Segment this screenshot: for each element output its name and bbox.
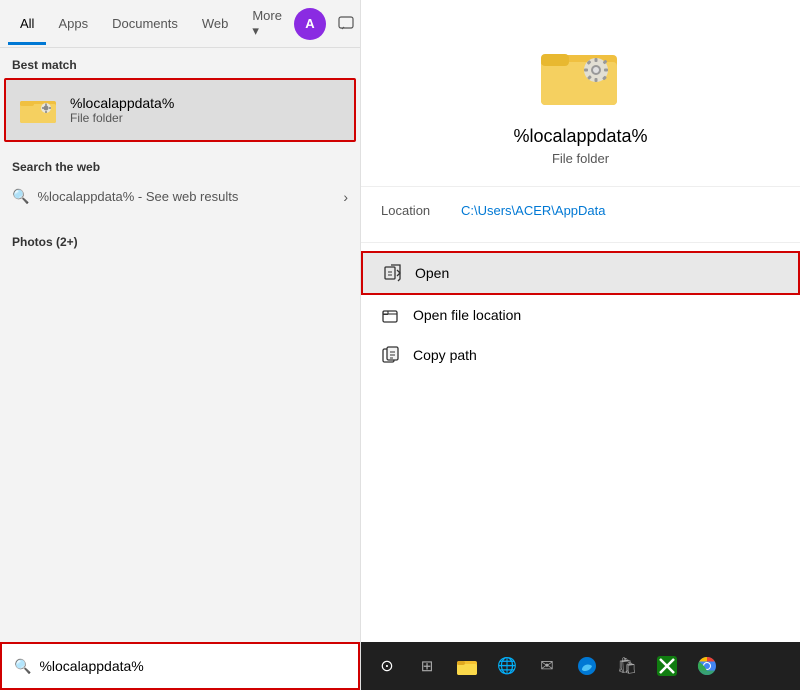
taskbar-edge[interactable] (569, 648, 605, 684)
folder-icon (18, 90, 58, 130)
taskbar-chrome[interactable] (689, 648, 725, 684)
photos-section: Photos (2+) (0, 217, 360, 259)
web-search-item[interactable]: 🔍 %localappdata% - See web results › (12, 180, 348, 213)
open-action[interactable]: Open (361, 251, 800, 295)
search-input[interactable] (39, 658, 346, 674)
location-row: Location C:\Users\ACER\AppData (381, 203, 780, 218)
taskbar-search[interactable]: ⊙ (369, 648, 405, 684)
open-file-location-label: Open file location (413, 307, 521, 323)
copy-path-icon (381, 345, 401, 365)
open-file-location-action[interactable]: Open file location (361, 295, 800, 335)
detail-title: %localappdata% (513, 126, 647, 147)
open-icon (383, 263, 403, 283)
taskbar: ⊙ ⊞ 🌐 ✉ 🛍 (361, 642, 800, 690)
detail-panel: %localappdata% File folder Location C:\U… (360, 0, 800, 690)
tab-all[interactable]: All (8, 2, 46, 45)
chat-icon-button[interactable] (330, 8, 362, 40)
tab-apps[interactable]: Apps (46, 2, 100, 45)
chevron-right-icon: › (343, 189, 348, 205)
detail-subtitle: File folder (552, 151, 609, 166)
open-label: Open (415, 265, 449, 281)
location-label: Location (381, 203, 461, 218)
detail-folder-icon (541, 40, 621, 110)
taskbar-explorer[interactable] (449, 648, 485, 684)
taskbar-bag[interactable]: 🛍 (609, 648, 645, 684)
open-file-location-icon (381, 305, 401, 325)
search-bar: 🔍 (0, 642, 360, 690)
taskbar-taskview[interactable]: ⊞ (409, 648, 445, 684)
taskbar-store[interactable]: 🌐 (489, 648, 525, 684)
best-match-label: Best match (0, 48, 360, 78)
tabs-bar: All Apps Documents Web More ▾ A ··· ✕ (0, 0, 360, 48)
best-match-item[interactable]: %localappdata% File folder (4, 78, 356, 142)
copy-path-action[interactable]: Copy path (361, 335, 800, 375)
web-search-section: Search the web 🔍 %localappdata% - See we… (0, 142, 360, 217)
location-value[interactable]: C:\Users\ACER\AppData (461, 203, 606, 218)
user-avatar-button[interactable]: A (294, 8, 326, 40)
detail-info: Location C:\Users\ACER\AppData (361, 187, 800, 243)
tab-web[interactable]: Web (190, 2, 241, 45)
best-match-text: %localappdata% File folder (70, 95, 174, 125)
search-icon: 🔍 (14, 658, 31, 675)
web-search-label: Search the web (12, 150, 348, 180)
detail-actions: Open Open file location Co (361, 243, 800, 383)
tab-more[interactable]: More ▾ (240, 0, 294, 53)
copy-path-label: Copy path (413, 347, 477, 363)
web-item-text: %localappdata% - See web results (37, 189, 238, 204)
detail-header: %localappdata% File folder (361, 0, 800, 187)
search-web-icon: 🔍 (12, 188, 29, 205)
taskbar-xbox[interactable] (649, 648, 685, 684)
taskbar-mail[interactable]: ✉ (529, 648, 565, 684)
search-panel: All Apps Documents Web More ▾ A ··· ✕ (0, 0, 360, 690)
photos-label: Photos (2+) (12, 225, 348, 255)
tab-documents[interactable]: Documents (100, 2, 190, 45)
